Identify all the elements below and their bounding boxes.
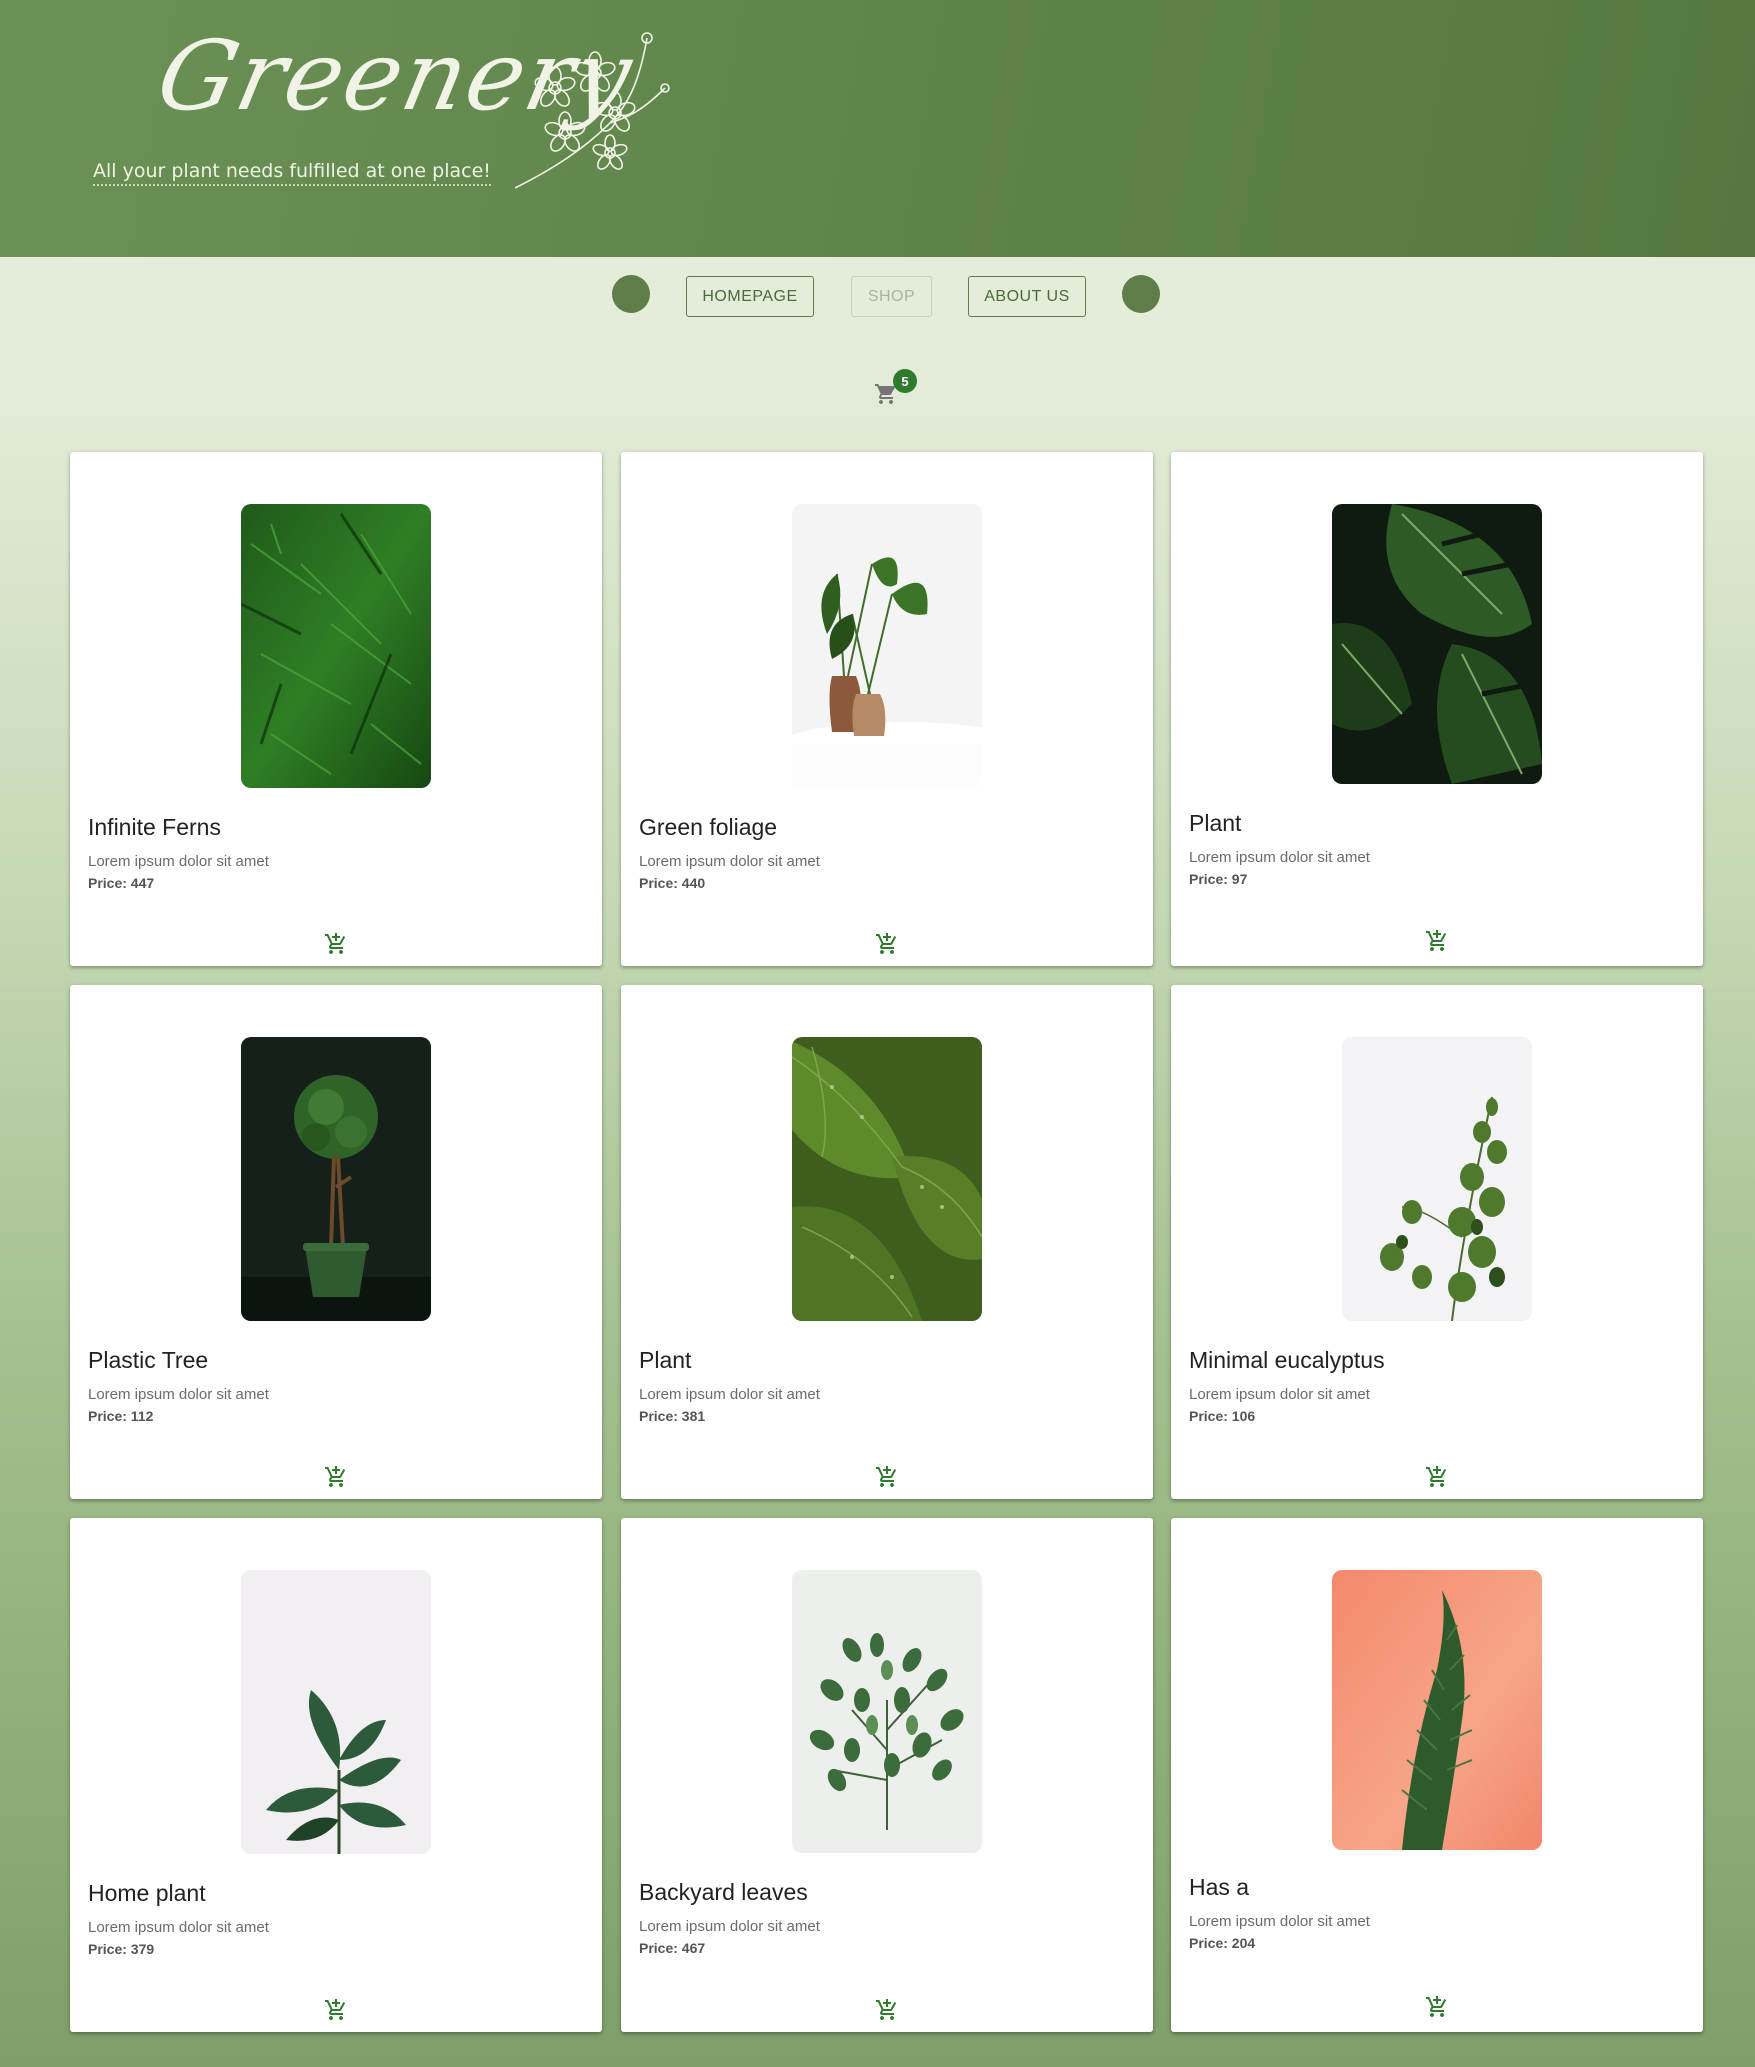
add-to-cart-icon[interactable] [1425,1995,1449,2019]
cherry-blossom-icon [515,32,670,189]
product-title: Backyard leaves [639,1879,808,1905]
product-image-topiary-tree-in-pot [241,1037,431,1321]
add-to-cart-icon[interactable] [324,932,348,956]
product-price: Price: 97 [1189,871,1248,887]
cart-count-badge: 5 [893,369,917,393]
nav-left-dot [612,275,650,313]
nav-shop-button[interactable]: SHOP [851,276,932,317]
product-image-monstera-leaves [1332,504,1542,784]
product-image-rubber-plant [241,1570,431,1854]
product-image-hosta-leaves-with-droplets [792,1037,982,1321]
product-card: Infinite Ferns Lorem ipsum dolor sit ame… [70,452,602,966]
site-tagline: All your plant needs fulfilled at one pl… [93,160,491,186]
product-price: Price: 440 [639,875,706,891]
product-description: Lorem ipsum dolor sit amet [639,1918,820,1935]
product-title: Infinite Ferns [88,814,221,840]
product-title: Plant [1189,810,1242,836]
product-price: Price: 106 [1189,1408,1256,1424]
nav-homepage-button[interactable]: HOMEPAGE [686,276,814,317]
product-card: Home plant Lorem ipsum dolor sit amet Pr… [70,1518,602,2032]
product-title: Plant [639,1347,692,1373]
product-card: Plastic Tree Lorem ipsum dolor sit amet … [70,985,602,1499]
product-description: Lorem ipsum dolor sit amet [1189,1386,1370,1403]
product-price: Price: 112 [88,1408,154,1424]
add-to-cart-icon[interactable] [1425,929,1449,953]
add-to-cart-icon[interactable] [1425,1465,1449,1489]
add-to-cart-icon[interactable] [875,1998,899,2022]
product-card: Green foliage Lorem ipsum dolor sit amet… [621,452,1153,966]
product-card: Backyard leaves Lorem ipsum dolor sit am… [621,1518,1153,2032]
product-description: Lorem ipsum dolor sit amet [88,1919,269,1936]
product-description: Lorem ipsum dolor sit amet [1189,1913,1370,1930]
product-price: Price: 447 [88,875,155,891]
product-title: Green foliage [639,814,778,840]
product-image-fern-leaves [241,504,431,788]
add-to-cart-icon[interactable] [324,1998,348,2022]
add-to-cart-icon[interactable] [875,932,899,956]
add-to-cart-icon[interactable] [875,1465,899,1489]
product-card: Has a Lorem ipsum dolor sit amet Price: … [1171,1518,1703,2032]
product-image-eucalyptus-branch [1342,1037,1532,1321]
product-card: Minimal eucalyptus Lorem ipsum dolor sit… [1171,985,1703,1499]
product-price: Price: 379 [88,1941,155,1957]
add-to-cart-icon[interactable] [324,1465,348,1489]
product-description: Lorem ipsum dolor sit amet [88,853,269,870]
product-title: Has a [1189,1874,1250,1900]
product-title: Home plant [88,1880,206,1906]
product-description: Lorem ipsum dolor sit amet [639,853,820,870]
product-title: Minimal eucalyptus [1189,1347,1385,1373]
product-description: Lorem ipsum dolor sit amet [88,1386,269,1403]
product-price: Price: 467 [639,1940,706,1956]
nav-right-dot [1122,275,1160,313]
product-price: Price: 204 [1189,1935,1256,1951]
product-image-leafy-branch [792,1570,982,1853]
product-description: Lorem ipsum dolor sit amet [1189,849,1370,866]
site-header: Greenery All your plant needs fulfilled … [0,0,1755,257]
nav-about-us-button[interactable]: ABOUT US [968,276,1086,317]
product-card: Plant Lorem ipsum dolor sit amet Price: … [1171,452,1703,966]
product-description: Lorem ipsum dolor sit amet [639,1386,820,1403]
product-image-conifer-on-peach [1332,1570,1542,1850]
product-card: Plant Lorem ipsum dolor sit amet Price: … [621,985,1153,1499]
product-image-plant-in-wooden-vases [792,504,982,788]
product-price: Price: 381 [639,1408,706,1424]
product-title: Plastic Tree [88,1347,209,1373]
